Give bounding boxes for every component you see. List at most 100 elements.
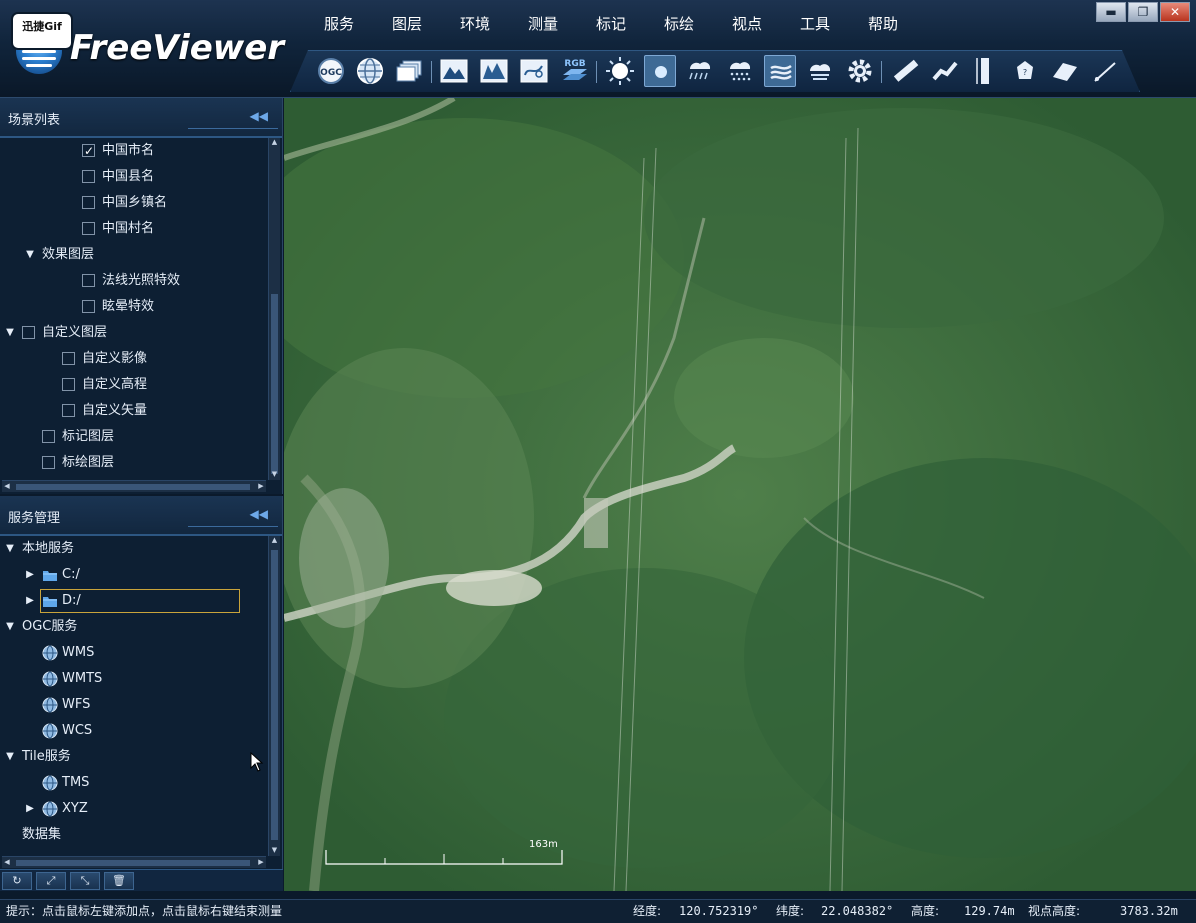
- globe-button[interactable]: [354, 55, 386, 87]
- menu-item-4[interactable]: 标记: [577, 10, 645, 38]
- menu-item-5[interactable]: 标绘: [645, 10, 713, 38]
- tree-item[interactable]: 眩晕特效: [0, 294, 268, 320]
- sun-button[interactable]: [604, 55, 636, 87]
- scroll-thumb[interactable]: [16, 860, 250, 866]
- collapse-panel-icon[interactable]: ◀◀: [250, 507, 268, 521]
- tree-item[interactable]: 数据集: [0, 822, 268, 848]
- layer-checkbox[interactable]: [82, 196, 95, 209]
- tree-item[interactable]: ▶ C:/: [0, 562, 268, 588]
- scene-vertical-scrollbar[interactable]: ▲ ▼: [268, 138, 280, 480]
- tree-item[interactable]: WMS: [0, 640, 268, 666]
- layer-checkbox[interactable]: [62, 352, 75, 365]
- tree-item[interactable]: WFS: [0, 692, 268, 718]
- pen-button[interactable]: [1089, 55, 1121, 87]
- collapsed-arrow-icon[interactable]: ▶: [24, 588, 36, 614]
- vector-map-button[interactable]: [518, 55, 550, 87]
- scroll-up-icon[interactable]: ▲: [269, 536, 280, 546]
- restore-button[interactable]: ❐: [1128, 2, 1158, 22]
- tree-item[interactable]: ▼ OGC服务: [0, 614, 268, 640]
- cloud-button[interactable]: [804, 55, 836, 87]
- ruler-distance-button[interactable]: [889, 55, 921, 87]
- layer-checkbox[interactable]: [42, 430, 55, 443]
- layer-checkbox[interactable]: [82, 300, 95, 313]
- scroll-thumb[interactable]: [16, 484, 250, 490]
- tree-item[interactable]: 中国乡镇名: [0, 190, 268, 216]
- tree-item[interactable]: 法线光照特效: [0, 268, 268, 294]
- tree-item[interactable]: ▼ 本地服务: [0, 536, 268, 562]
- tree-item[interactable]: ▼ 效果图层: [0, 242, 268, 268]
- layer-checkbox[interactable]: [22, 326, 35, 339]
- ogc-button[interactable]: OGC: [315, 55, 347, 87]
- profile-button[interactable]: [1049, 55, 1081, 87]
- ruler-height-button[interactable]: [969, 55, 1001, 87]
- collapse-panel-icon[interactable]: ◀◀: [250, 109, 268, 123]
- tree-item[interactable]: ▼ Tile服务: [0, 744, 268, 770]
- rain-button[interactable]: [684, 55, 716, 87]
- layer-checkbox[interactable]: [62, 378, 75, 391]
- sky-sphere-button[interactable]: [644, 55, 676, 87]
- layers-stack-button[interactable]: [393, 55, 425, 87]
- scroll-right-icon[interactable]: ▶: [256, 481, 266, 492]
- menu-item-3[interactable]: 测量: [509, 10, 577, 38]
- scroll-right-icon[interactable]: ▶: [256, 857, 266, 868]
- image-terrain-button[interactable]: [438, 55, 470, 87]
- scene-horizontal-scrollbar[interactable]: ◀ ▶: [2, 480, 266, 492]
- tree-item[interactable]: WMTS: [0, 666, 268, 692]
- expanded-arrow-icon[interactable]: ▼: [4, 744, 16, 770]
- menu-item-7[interactable]: 工具: [781, 10, 849, 38]
- collapse-button[interactable]: ⤡: [70, 872, 100, 890]
- tree-item[interactable]: 中国县名: [0, 164, 268, 190]
- settings-gear-button[interactable]: [844, 55, 876, 87]
- elevation-button[interactable]: [478, 55, 510, 87]
- tree-item[interactable]: TMS: [0, 770, 268, 796]
- scroll-left-icon[interactable]: ◀: [2, 857, 12, 868]
- expand-button[interactable]: ⤢: [36, 872, 66, 890]
- close-button[interactable]: ✕: [1160, 2, 1190, 22]
- tree-item[interactable]: 标绘图层: [0, 450, 268, 476]
- layer-checkbox[interactable]: [82, 222, 95, 235]
- tree-item[interactable]: ▶ XYZ: [0, 796, 268, 822]
- scroll-down-icon[interactable]: ▼: [269, 470, 280, 480]
- expanded-arrow-icon[interactable]: ▼: [4, 320, 16, 346]
- layer-checkbox[interactable]: [82, 138, 95, 164]
- scroll-thumb[interactable]: [271, 550, 278, 840]
- service-horizontal-scrollbar[interactable]: ◀ ▶: [2, 856, 266, 868]
- collapsed-arrow-icon[interactable]: ▶: [24, 562, 36, 588]
- tree-item[interactable]: WCS: [0, 718, 268, 744]
- expanded-arrow-icon[interactable]: ▼: [4, 536, 16, 562]
- layer-checkbox[interactable]: [82, 170, 95, 183]
- area-polygon-button[interactable]: ?: [1009, 55, 1041, 87]
- fog-button[interactable]: [764, 55, 796, 87]
- rgb-layer-button[interactable]: RGB: [559, 55, 591, 87]
- minimize-button[interactable]: ▬: [1096, 2, 1126, 22]
- trash-button[interactable]: 🗑: [104, 872, 134, 890]
- tree-item[interactable]: 标记图层: [0, 424, 268, 450]
- tree-item[interactable]: 中国村名: [0, 216, 268, 242]
- tree-item[interactable]: 中国市名: [0, 138, 268, 164]
- tree-item[interactable]: 自定义影像: [0, 346, 268, 372]
- scroll-up-icon[interactable]: ▲: [269, 138, 280, 148]
- menu-item-8[interactable]: 帮助: [849, 10, 917, 38]
- menu-item-0[interactable]: 服务: [305, 10, 373, 38]
- layer-checkbox[interactable]: [42, 456, 55, 469]
- tree-item[interactable]: 自定义矢量: [0, 398, 268, 424]
- service-vertical-scrollbar[interactable]: ▲ ▼: [268, 536, 280, 856]
- menu-item-6[interactable]: 视点: [713, 10, 781, 38]
- scroll-left-icon[interactable]: ◀: [2, 481, 12, 492]
- satellite-imagery[interactable]: 163m: [284, 98, 1196, 891]
- layer-checkbox[interactable]: [82, 274, 95, 287]
- scroll-thumb[interactable]: [271, 294, 278, 474]
- tree-item[interactable]: 自定义高程: [0, 372, 268, 398]
- menu-item-2[interactable]: 环境: [441, 10, 509, 38]
- expanded-arrow-icon[interactable]: ▼: [24, 242, 36, 268]
- expanded-arrow-icon[interactable]: ▼: [4, 614, 16, 640]
- snow-button[interactable]: [724, 55, 756, 87]
- ruler-path-button[interactable]: [929, 55, 961, 87]
- tree-item[interactable]: ▼ 自定义图层: [0, 320, 268, 346]
- map-view[interactable]: 163m: [284, 98, 1196, 891]
- collapsed-arrow-icon[interactable]: ▶: [24, 796, 36, 822]
- layer-checkbox[interactable]: [62, 404, 75, 417]
- scroll-down-icon[interactable]: ▼: [269, 846, 280, 856]
- tree-item[interactable]: ▶ D:/: [0, 588, 268, 614]
- refresh-button[interactable]: ↻: [2, 872, 32, 890]
